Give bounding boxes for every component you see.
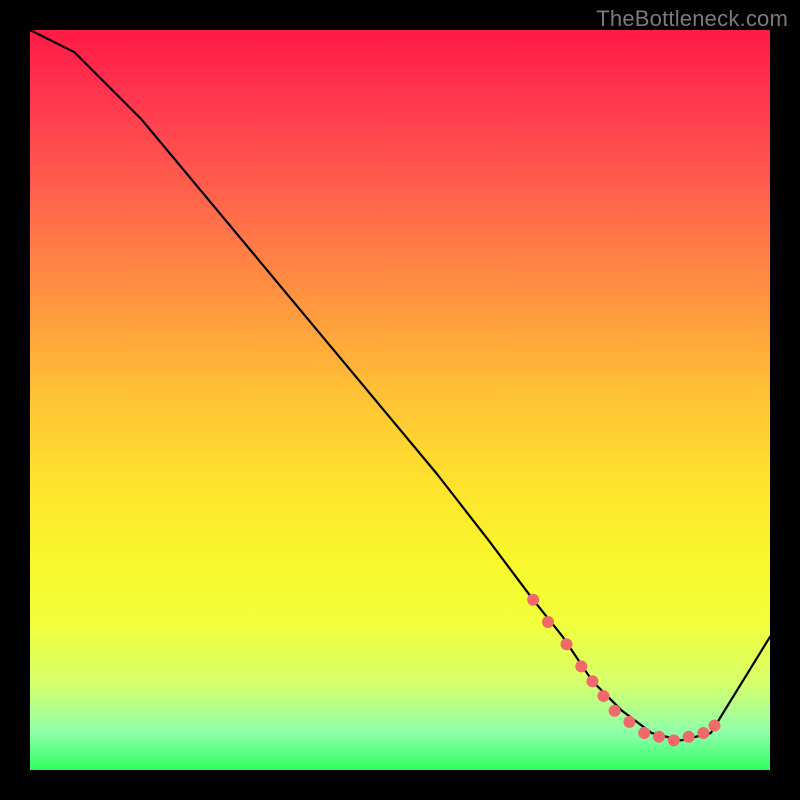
chart-line (30, 30, 770, 740)
watermark-text: TheBottleneck.com (596, 6, 788, 32)
plot-area (30, 30, 770, 770)
chart-svg (30, 30, 770, 770)
chart-canvas: TheBottleneck.com (0, 0, 800, 800)
chart-markers (527, 594, 720, 747)
